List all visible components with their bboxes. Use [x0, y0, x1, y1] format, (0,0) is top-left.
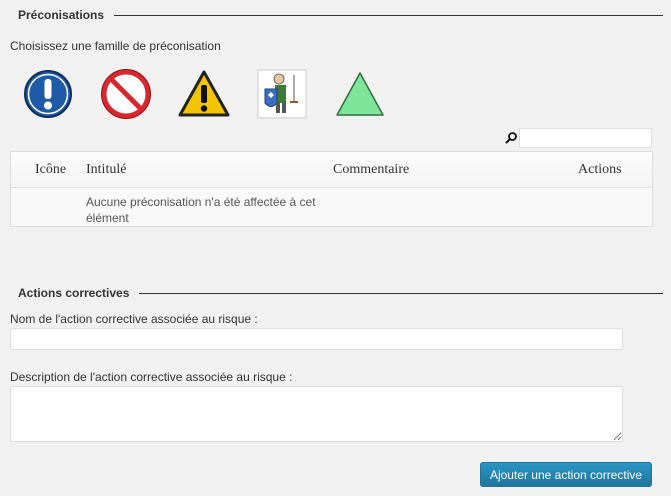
table-header: Icône Intitulé Commentaire Actions: [11, 152, 652, 188]
warning-icon[interactable]: [178, 68, 230, 120]
column-header-actions[interactable]: Actions: [578, 162, 622, 178]
family-prompt: Choisissez une famille de préconisation: [10, 39, 221, 53]
family-icons: [22, 68, 412, 120]
legend-divider: [139, 292, 663, 294]
empty-table-message: Aucune préconisation n'a été affectée à …: [86, 195, 316, 225]
prohibition-icon[interactable]: [100, 68, 152, 120]
knight-protection-icon[interactable]: [256, 68, 308, 120]
column-header-title[interactable]: Intitulé: [86, 162, 126, 178]
actions-correctives-title: Actions correctives: [18, 286, 130, 300]
search-icon: [505, 132, 517, 144]
search-area: [504, 128, 652, 148]
actions-correctives-legend: Actions correctives: [10, 286, 663, 300]
preconisations-table: Icône Intitulé Commentaire Actions Aucun…: [10, 151, 653, 227]
search-input[interactable]: [519, 128, 652, 148]
mandatory-action-icon[interactable]: [22, 68, 74, 120]
column-header-icon[interactable]: Icône: [35, 162, 66, 178]
column-header-comment[interactable]: Commentaire: [333, 162, 409, 178]
action-name-label: Nom de l'action corrective associée au r…: [10, 312, 258, 326]
preconisations-title: Préconisations: [18, 8, 105, 22]
add-corrective-action-button[interactable]: Ajouter une action corrective: [480, 462, 652, 487]
action-name-input[interactable]: [10, 328, 623, 350]
preconisations-legend: Préconisations: [10, 8, 663, 22]
action-description-label: Description de l'action corrective assoc…: [10, 370, 293, 384]
action-description-textarea[interactable]: [10, 386, 623, 442]
legend-divider: [114, 14, 663, 16]
green-triangle-icon[interactable]: [334, 68, 386, 120]
table-row: Aucune préconisation n'a été affectée à …: [11, 188, 652, 228]
